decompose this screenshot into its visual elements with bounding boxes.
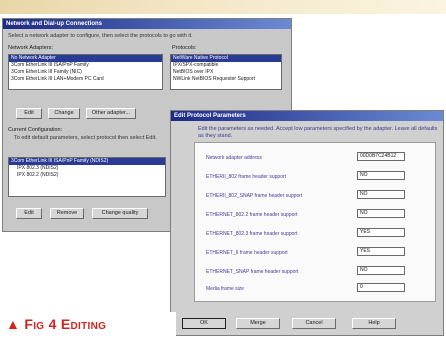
merge-button[interactable]: Merge	[236, 318, 280, 329]
param-label: ETHERNET_SNAP frame header support	[206, 269, 299, 275]
config-hint: To edit default parameters, select proto…	[14, 135, 157, 141]
main-window-titlebar[interactable]: Network and Dial-up Connections	[3, 19, 291, 29]
parameters-panel	[194, 142, 436, 302]
cancel-button[interactable]: Cancel	[292, 318, 336, 329]
top-banner	[0, 0, 446, 14]
param-field[interactable]: YES	[357, 228, 405, 237]
dialog-titlebar[interactable]: Edit Protocol Parameters	[171, 111, 443, 121]
config-label: Current Configuration:	[8, 127, 63, 133]
figure-caption: ▲ Fig 4 Editing	[2, 312, 176, 336]
param-field[interactable]: NO	[357, 209, 405, 218]
change-adapter-button[interactable]: Change	[48, 108, 80, 119]
param-field[interactable]: 0	[357, 283, 405, 292]
adapter-row[interactable]: 3Com EtherLink III LAN+Modem PC Card	[9, 76, 162, 83]
adapter-row[interactable]: 3Com EtherLink III Family (NIC)	[9, 69, 162, 76]
param-label: ETHERII_802_SNAP frame header support	[206, 193, 303, 199]
help-button[interactable]: Help	[352, 318, 396, 329]
config-row[interactable]: IPX 802.3 (NDIS2)	[9, 165, 165, 172]
param-label: Network adapter address	[206, 155, 262, 161]
adapter-row[interactable]: 3Com EtherLink III ISA/PnP Family	[9, 62, 162, 69]
adapters-list[interactable]: No Network Adapter 3Com EtherLink III IS…	[8, 54, 163, 90]
param-label: ETHERNET_II frame header support	[206, 250, 288, 256]
ok-button[interactable]: OK	[182, 318, 226, 329]
adapter-row[interactable]: No Network Adapter	[9, 55, 162, 62]
adapters-label: Network Adapters:	[8, 45, 53, 51]
caption-text: Editing	[60, 316, 107, 332]
param-field[interactable]: NO	[357, 266, 405, 275]
param-field[interactable]: YES	[357, 247, 405, 256]
caption-prefix: Fig 4	[24, 316, 57, 332]
param-label: Media frame size	[206, 286, 245, 292]
config-list[interactable]: 3Com EtherLink III ISA/PnP Family (NDIS2…	[8, 157, 166, 197]
param-field[interactable]: NO	[357, 190, 405, 199]
protocols-list[interactable]: NetWare Native Protocol IPX/SPX-compatib…	[170, 54, 282, 90]
other-adapter-button[interactable]: Other adapter...	[86, 108, 136, 119]
triangle-icon: ▲	[6, 316, 21, 332]
param-label: ETHERNET_802.2 frame header support	[206, 212, 298, 218]
param-label: ETHERNET_802.3 frame header support	[206, 231, 298, 237]
protocols-label: Protocols:	[172, 45, 197, 51]
protocol-row[interactable]: IPX/SPX-compatible	[171, 62, 281, 69]
remove-button[interactable]: Remove	[50, 208, 84, 219]
param-field[interactable]: 00D0B7C24B12	[357, 152, 405, 161]
config-row[interactable]: 3Com EtherLink III ISA/PnP Family (NDIS2…	[9, 158, 165, 165]
protocol-row[interactable]: NWLink NetBIOS Requester Support	[171, 76, 281, 83]
change-quality-button[interactable]: Change quality	[92, 208, 148, 219]
param-field[interactable]: NO	[357, 171, 405, 180]
protocol-row[interactable]: NetWare Native Protocol	[171, 55, 281, 62]
edit-config-button[interactable]: Edit	[16, 208, 42, 219]
protocol-row[interactable]: NetBIOS over IPX	[171, 69, 281, 76]
config-row[interactable]: IPX 802.2 (NDIS2)	[9, 172, 165, 179]
main-intro-text: Select a network adapter to configure, t…	[8, 33, 193, 39]
param-label: ETHERII_802 frame header support	[206, 174, 287, 180]
dialog-intro-text: Edit the parameters as needed. Accept lo…	[198, 126, 438, 139]
edit-adapter-button[interactable]: Edit	[16, 108, 42, 119]
